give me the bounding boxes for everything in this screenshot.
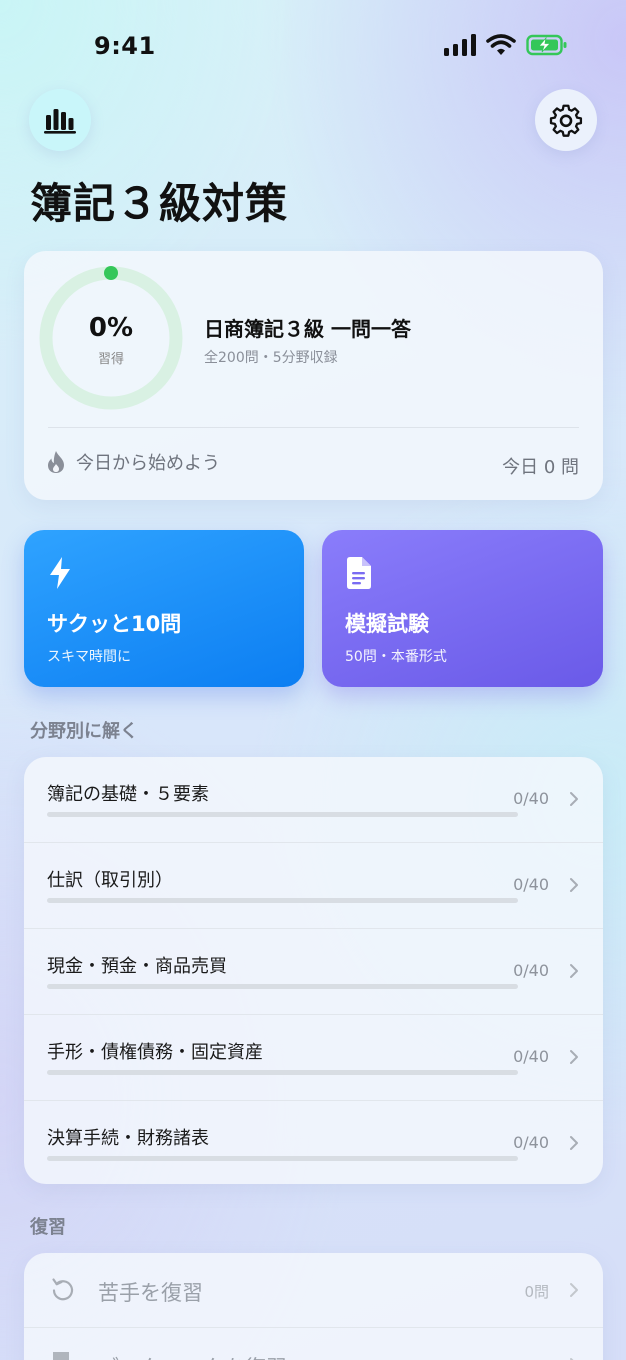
- streak-message: 今日から始めよう: [46, 449, 220, 475]
- category-count: 0/40: [513, 1047, 549, 1066]
- chevron-right-icon: [570, 878, 578, 892]
- category-count: 0/40: [513, 1133, 549, 1152]
- category-row-notes[interactable]: 手形・債権債務・固定資産 0/40: [24, 1015, 603, 1101]
- divider: [48, 427, 579, 428]
- bar-chart-icon: [44, 109, 76, 134]
- review-list: 苦手を復習 0問 ブックマークを復習 0問: [24, 1253, 603, 1360]
- category-count: 0/40: [513, 789, 549, 808]
- streak-text: 今日から始めよう: [76, 453, 220, 474]
- retry-icon: [52, 1278, 74, 1301]
- document-icon: [347, 557, 371, 589]
- mock-exam-subtitle: 50問・本番形式: [345, 649, 447, 665]
- category-list: 簿記の基礎・５要素 0/40 仕訳（取引別） 0/40 現金・預金・商品売買 0…: [24, 757, 603, 1184]
- settings-button[interactable]: [535, 89, 597, 151]
- category-label: 決算手続・財務諸表: [47, 1128, 209, 1149]
- mock-exam-title: 模擬試験: [345, 612, 429, 636]
- review-weak-label: 苦手を復習: [98, 1281, 203, 1305]
- review-bookmark-label: ブックマークを復習: [98, 1352, 287, 1360]
- course-subtitle: 全200問・5分野収録: [204, 350, 338, 366]
- category-row-journal[interactable]: 仕訳（取引別） 0/40: [24, 843, 603, 929]
- review-weak-button[interactable]: 苦手を復習 0問: [24, 1253, 603, 1328]
- review-weak-count: 0問: [524, 1283, 549, 1301]
- quick-10-button[interactable]: サクッと10問 スキマ時間に: [24, 530, 304, 687]
- wifi-icon: [486, 34, 516, 55]
- status-bar: 9:41: [0, 0, 626, 90]
- cellular-signal-icon: [444, 34, 476, 56]
- category-label: 手形・債権債務・固定資産: [47, 1042, 263, 1063]
- category-progress-bar: [47, 1156, 518, 1161]
- category-row-closing[interactable]: 決算手続・財務諸表 0/40: [24, 1101, 603, 1184]
- chevron-right-icon: [570, 964, 578, 978]
- bookmark-icon: [53, 1352, 69, 1360]
- category-progress-bar: [47, 898, 518, 903]
- category-progress-bar: [47, 1070, 518, 1075]
- quick-10-title: サクッと10問: [47, 612, 182, 636]
- category-progress-bar: [47, 812, 518, 817]
- category-count: 0/40: [513, 961, 549, 980]
- bolt-icon: [50, 557, 70, 589]
- category-label: 仕訳（取引別）: [47, 870, 173, 891]
- stats-button[interactable]: [29, 89, 91, 151]
- status-time: 9:41: [94, 32, 156, 60]
- category-progress-bar: [47, 984, 518, 989]
- category-count: 0/40: [513, 875, 549, 894]
- category-label: 現金・預金・商品売買: [47, 956, 227, 977]
- mock-exam-button[interactable]: 模擬試験 50問・本番形式: [322, 530, 603, 687]
- page-title: 簿記３級対策: [30, 179, 289, 228]
- status-icons: [444, 34, 568, 56]
- progress-percent-caption: 習得: [97, 352, 124, 367]
- category-row-basics[interactable]: 簿記の基礎・５要素 0/40: [24, 757, 603, 843]
- category-row-cash[interactable]: 現金・預金・商品売買 0/40: [24, 929, 603, 1015]
- chevron-right-icon: [570, 1136, 578, 1150]
- progress-percent: 0%: [88, 313, 134, 343]
- gear-icon: [549, 104, 583, 137]
- review-bookmark-count: 0問: [524, 1356, 549, 1360]
- course-title: 日商簿記３級 一問一答: [204, 317, 411, 341]
- progress-ring-marker: [104, 266, 118, 280]
- review-section-label: 復習: [30, 1217, 66, 1238]
- today-count: 今日 0 問: [502, 457, 579, 478]
- flame-icon: [48, 451, 64, 473]
- categories-section-label: 分野別に解く: [30, 721, 138, 742]
- progress-card: 0% 習得 日商簿記３級 一問一答 全200問・5分野収録 今日から始めよう 今…: [24, 251, 603, 500]
- battery-charging-icon: [526, 34, 567, 56]
- chevron-right-icon: [570, 1050, 578, 1064]
- chevron-right-icon: [570, 1283, 578, 1297]
- quick-10-subtitle: スキマ時間に: [47, 649, 131, 665]
- review-bookmark-button[interactable]: ブックマークを復習 0問: [24, 1328, 603, 1360]
- chevron-right-icon: [570, 792, 578, 806]
- category-label: 簿記の基礎・５要素: [47, 784, 209, 805]
